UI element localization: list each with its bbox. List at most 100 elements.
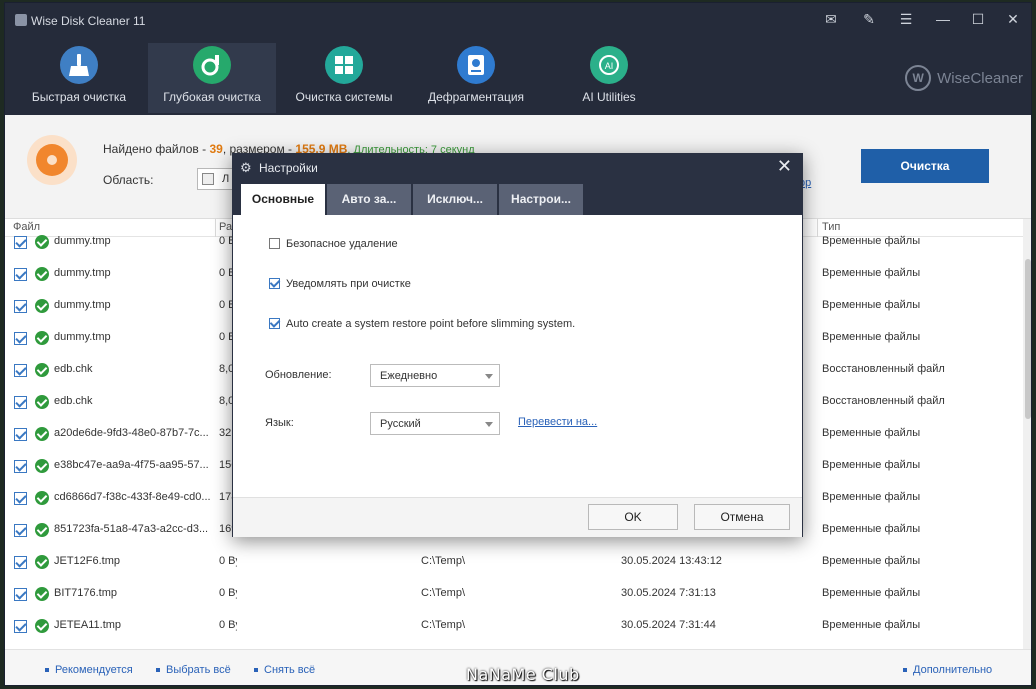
update-frequency-select[interactable]: Ежедневно (370, 364, 500, 387)
tab-auto-clean[interactable]: Авто за... (327, 184, 411, 215)
more-link[interactable]: Дополнительно (903, 664, 992, 676)
file-name: edb.chk (54, 395, 93, 407)
file-date: 30.05.2024 7:31:44 (621, 619, 716, 631)
file-type: Временные файлы (822, 459, 921, 471)
file-type: Временные файлы (822, 331, 921, 343)
row-checkbox[interactable] (14, 300, 27, 313)
nav-tab-label: Быстрая очистка (31, 90, 127, 104)
notes-icon[interactable]: ✎ (857, 9, 881, 29)
file-size: 0 Bytes (219, 619, 237, 631)
nav-tab-deep-clean[interactable]: Глубокая очистка (148, 43, 276, 113)
check-circle-icon (35, 395, 49, 409)
check-circle-icon (35, 267, 49, 281)
row-checkbox[interactable] (14, 524, 27, 537)
top-bar: Wise Disk Cleaner 11 ✉ ✎ ☰ — ☐ ✕ Быстрая… (5, 3, 1031, 115)
file-name: edb.chk (54, 363, 93, 375)
defrag-icon (457, 46, 495, 84)
dialog-header: ⚙ Настройки ✕ Основные Авто за... Исключ… (233, 154, 802, 215)
row-checkbox[interactable] (14, 556, 27, 569)
row-checkbox[interactable] (14, 428, 27, 441)
file-name: BIT7176.tmp (54, 587, 117, 599)
tab-general[interactable]: Основные (241, 184, 325, 215)
drive-icon (202, 173, 214, 185)
scrollbar[interactable] (1023, 219, 1031, 649)
watermark: NaNaMe Club (466, 665, 580, 684)
language-value: Русский (380, 418, 421, 430)
file-size: 0 Bytes (219, 587, 237, 599)
row-checkbox[interactable] (14, 236, 27, 249)
option-notify-clean[interactable]: Уведомлять при очистке (269, 278, 411, 290)
deselect-all-link[interactable]: Снять всё (254, 664, 315, 676)
row-checkbox[interactable] (14, 268, 27, 281)
language-label: Язык: (265, 417, 294, 429)
notify-clean-checkbox[interactable] (269, 278, 280, 289)
file-name: dummy.tmp (54, 235, 111, 247)
file-path: C:\Temp\ (421, 587, 466, 599)
minimize-button[interactable]: — (931, 9, 955, 29)
nav-tab-label: Очистка системы (295, 90, 393, 104)
ok-button[interactable]: OK (588, 504, 678, 530)
app-logo-icon (15, 14, 27, 26)
settings-dialog: ⚙ Настройки ✕ Основные Авто за... Исключ… (232, 153, 803, 537)
brand-logo: W WiseCleaner (905, 65, 1023, 91)
recommended-link[interactable]: Рекомендуется (45, 664, 133, 676)
row-checkbox[interactable] (14, 460, 27, 473)
feedback-icon[interactable]: ✉ (819, 9, 843, 29)
option-label: Безопасное удаление (286, 238, 398, 250)
table-row[interactable]: JETEA11.tmp 0 Bytes C:\Temp\ 30.05.2024 7:3… (5, 610, 1023, 642)
close-button[interactable]: ✕ (1001, 9, 1025, 29)
found-prefix: Найдено файлов - (103, 142, 210, 156)
ai-icon: AI (590, 46, 628, 84)
tab-settings-more[interactable]: Настрои... (499, 184, 583, 215)
file-name: JETEA11.tmp (54, 619, 122, 631)
file-name: e38bc47e-aa9a-4f75-aa95-57... (54, 459, 209, 471)
scrollbar-thumb[interactable] (1025, 259, 1031, 419)
gear-icon: ⚙ (240, 160, 252, 175)
row-checkbox[interactable] (14, 492, 27, 505)
tab-exclusions[interactable]: Исключ... (413, 184, 497, 215)
check-circle-icon (35, 299, 49, 313)
nav-tab-quick-clean[interactable]: Быстрая очистка (15, 43, 143, 113)
option-secure-delete[interactable]: Безопасное удаление (269, 238, 398, 250)
nav-tab-label: Дефрагментация (427, 90, 525, 104)
row-checkbox[interactable] (14, 396, 27, 409)
file-name: dummy.tmp (54, 267, 111, 279)
row-checkbox[interactable] (14, 332, 27, 345)
maximize-button[interactable]: ☐ (966, 9, 990, 29)
app-title: Wise Disk Cleaner 11 (31, 14, 146, 28)
file-date: 30.05.2024 7:31:13 (621, 587, 716, 599)
select-all-link[interactable]: Выбрать всё (156, 664, 231, 676)
row-checkbox[interactable] (14, 620, 27, 633)
cancel-button[interactable]: Отмена (694, 504, 790, 530)
table-row[interactable]: JET12F6.tmp 0 Bytes C:\Temp\ 30.05.2024 13:… (5, 546, 1023, 578)
nav-tab-defrag[interactable]: Дефрагментация (412, 43, 540, 113)
secure-delete-checkbox[interactable] (269, 238, 280, 249)
restore-point-checkbox[interactable] (269, 318, 280, 329)
option-restore-point[interactable]: Auto create a system restore point befor… (269, 318, 575, 330)
option-label: Уведомлять при очистке (286, 278, 411, 290)
file-type: Временные файлы (822, 555, 921, 567)
check-circle-icon (35, 555, 49, 569)
disk-scan-icon (27, 135, 77, 185)
nav-tab-label: Глубокая очистка (163, 90, 261, 104)
file-type: Временные файлы (822, 427, 921, 439)
file-type: Временные файлы (822, 267, 921, 279)
nav-tab-system-clean[interactable]: Очистка системы (280, 43, 408, 113)
check-circle-icon (35, 523, 49, 537)
select-all-label: Выбрать всё (166, 664, 231, 676)
check-circle-icon (35, 587, 49, 601)
deselect-all-label: Снять всё (264, 664, 316, 676)
menu-icon[interactable]: ☰ (894, 9, 918, 29)
language-select[interactable]: Русский (370, 412, 500, 435)
area-value: Л (222, 173, 230, 185)
table-row[interactable]: BIT7176.tmp 0 Bytes C:\Temp\ 30.05.2024 7:3… (5, 578, 1023, 610)
file-name: a20de6de-9fd3-48e0-87b7-7c... (54, 427, 209, 439)
row-checkbox[interactable] (14, 588, 27, 601)
row-checkbox[interactable] (14, 364, 27, 377)
clean-button[interactable]: Очистка (861, 149, 989, 183)
nav-tab-ai-utilities[interactable]: AI AI Utilities (545, 43, 673, 113)
file-date: 30.05.2024 13:43:12 (621, 555, 722, 567)
chevron-down-icon (485, 422, 493, 427)
dialog-close-button[interactable]: ✕ (777, 156, 792, 177)
translate-link[interactable]: Перевести на... (518, 416, 597, 428)
